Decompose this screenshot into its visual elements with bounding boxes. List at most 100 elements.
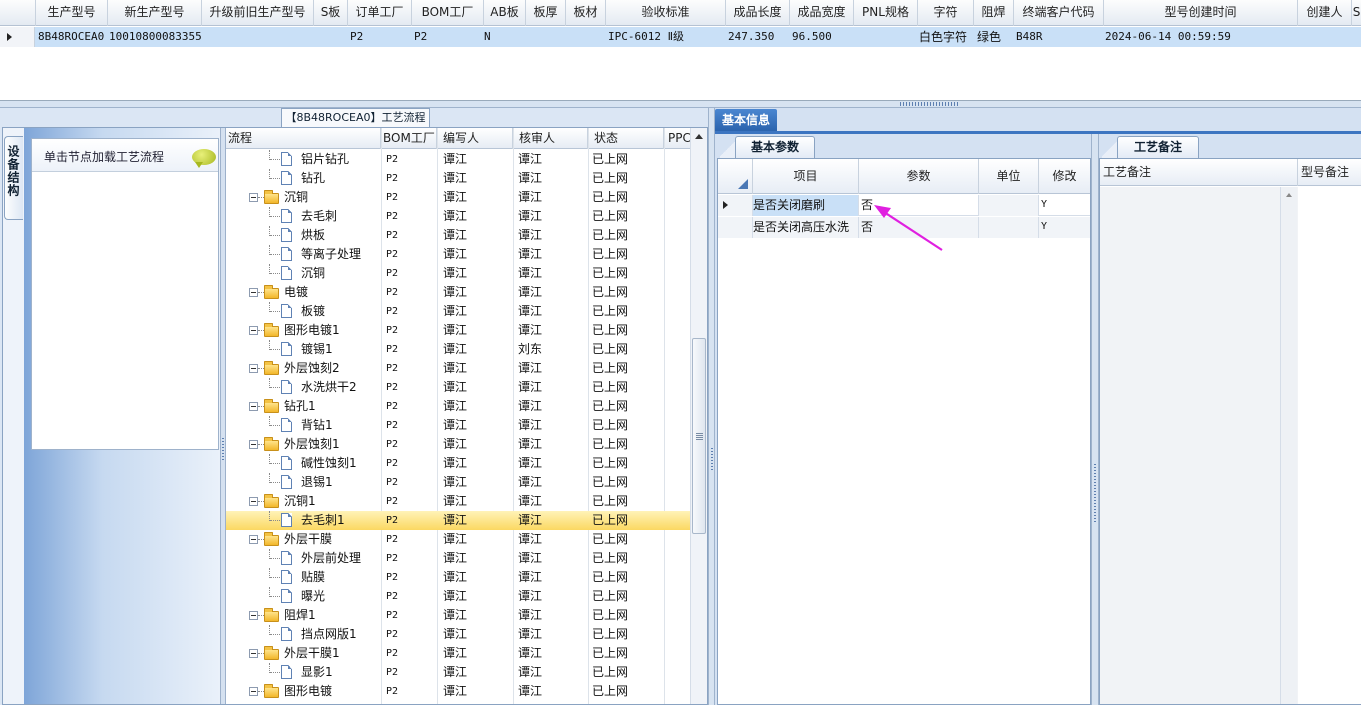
param-row[interactable]: 是否关闭高压水洗 否 Y xyxy=(718,217,1090,238)
tree-group-row[interactable]: 钻孔1 P2 谭江 谭江 已上网 xyxy=(226,397,690,416)
tab-process-notes[interactable]: 工艺备注 xyxy=(1117,136,1199,158)
tree-step-row[interactable]: 沉铜 P2 谭江 谭江 已上网 xyxy=(226,264,690,283)
col-width[interactable]: 成品宽度 xyxy=(790,0,854,26)
middle-splitter[interactable] xyxy=(708,108,715,705)
col-param[interactable]: 参数 xyxy=(859,159,979,194)
param-row-selector[interactable] xyxy=(718,217,753,238)
notes-scrollbar[interactable] xyxy=(1280,187,1297,704)
col-model-notes[interactable]: 型号备注 xyxy=(1298,159,1361,186)
col-solder[interactable]: 阻焊 xyxy=(974,0,1014,26)
param-item[interactable]: 是否关闭高压水洗 xyxy=(753,217,859,238)
collapse-toggle-icon[interactable] xyxy=(249,535,258,544)
col-ab-board[interactable]: AB板 xyxy=(484,0,526,26)
col-char[interactable]: 字符 xyxy=(918,0,974,26)
col-process-notes[interactable]: 工艺备注 xyxy=(1100,159,1298,186)
cell-ab-board[interactable]: N xyxy=(484,27,524,47)
model-row[interactable]: 8B48ROCEA0 10010800083355 P2 P2 N IPC-60… xyxy=(0,27,1361,47)
param-value[interactable]: 否 xyxy=(859,195,979,216)
col-unit[interactable]: 单位 xyxy=(979,159,1039,194)
tab-basic-info[interactable]: 基本信息 xyxy=(715,109,777,131)
tree-group-row[interactable]: 外层干膜 P2 谭江 谭江 已上网 xyxy=(226,530,690,549)
tree-step-row[interactable]: 碱性蚀刻1 P2 谭江 谭江 已上网 xyxy=(226,454,690,473)
collapse-toggle-icon[interactable] xyxy=(249,649,258,658)
collapse-toggle-icon[interactable] xyxy=(249,402,258,411)
tree-step-row[interactable]: 去毛刺 P2 谭江 谭江 已上网 xyxy=(226,207,690,226)
col-material[interactable]: 板材 xyxy=(566,0,606,26)
param-modify[interactable]: Y xyxy=(1039,195,1090,216)
param-modify[interactable]: Y xyxy=(1039,217,1090,238)
col-s-board[interactable]: S板 xyxy=(314,0,348,26)
collapse-toggle-icon[interactable] xyxy=(249,611,258,620)
col-customer-code[interactable]: 终端客户代码 xyxy=(1014,0,1104,26)
collapse-toggle-icon[interactable] xyxy=(249,288,258,297)
param-value[interactable]: 否 xyxy=(859,217,979,238)
col-creator[interactable]: 创建人 xyxy=(1298,0,1352,26)
cell-new-prod-model[interactable]: 10010800083355 xyxy=(109,27,201,47)
tree-step-row[interactable]: 外层前处理 P2 谭江 谭江 已上网 xyxy=(226,549,690,568)
col-writer[interactable]: 编写人 xyxy=(437,128,513,149)
scroll-thumb[interactable] xyxy=(692,338,706,534)
tree-group-row[interactable]: 图形电镀1 P2 谭江 谭江 已上网 xyxy=(226,321,690,340)
tree-step-row[interactable]: 铝片钻孔 P2 谭江 谭江 已上网 xyxy=(226,150,690,169)
row-selector[interactable] xyxy=(0,27,35,47)
collapse-toggle-icon[interactable] xyxy=(249,326,258,335)
col-new-prod-model[interactable]: 新生产型号 xyxy=(108,0,202,26)
col-tree-bom-factory[interactable]: BOM工厂 xyxy=(381,128,437,149)
equipment-structure-tab[interactable]: 设备结构 xyxy=(4,136,23,220)
col-ppc[interactable]: PPC xyxy=(664,128,690,149)
cell-created-time[interactable]: 2024-06-14 00:59:59 xyxy=(1105,27,1297,47)
param-item[interactable]: 是否关闭磨刷 xyxy=(753,195,859,216)
collapse-toggle-icon[interactable] xyxy=(249,364,258,373)
process-tree-scrollbar[interactable] xyxy=(690,128,707,704)
cell-length[interactable]: 247.350 xyxy=(728,27,788,47)
param-row-selector[interactable] xyxy=(718,195,753,216)
tree-step-row[interactable]: 板镀 P2 谭江 谭江 已上网 xyxy=(226,302,690,321)
tree-step-row[interactable]: 曝光 P2 谭江 谭江 已上网 xyxy=(226,587,690,606)
collapse-toggle-icon[interactable] xyxy=(249,193,258,202)
cell-acceptance[interactable]: IPC-6012 Ⅱ级 xyxy=(608,27,724,47)
collapse-toggle-icon[interactable] xyxy=(249,687,258,696)
cell-pnl[interactable] xyxy=(856,27,916,47)
cell-order-factory[interactable]: P2 xyxy=(350,27,410,47)
cell-old-prod-model[interactable] xyxy=(203,27,313,47)
col-bom-factory[interactable]: BOM工厂 xyxy=(412,0,484,26)
cell-material[interactable] xyxy=(567,27,605,47)
col-status[interactable]: 状态 xyxy=(588,128,664,149)
tree-group-row[interactable]: 阻焊1 P2 谭江 谭江 已上网 xyxy=(226,606,690,625)
cell-char[interactable]: 白色字符 xyxy=(919,27,973,47)
col-reviewer[interactable]: 核审人 xyxy=(513,128,588,149)
tree-step-row[interactable]: 等离子处理 P2 谭江 谭江 已上网 xyxy=(226,245,690,264)
tab-basic-params[interactable]: 基本参数 xyxy=(735,136,815,158)
tree-group-row[interactable]: 沉铜 P2 谭江 谭江 已上网 xyxy=(226,188,690,207)
scroll-up-arrow-icon[interactable] xyxy=(695,134,703,139)
cell-width[interactable]: 96.500 xyxy=(792,27,852,47)
tree-group-row[interactable]: 外层蚀刻1 P2 谭江 谭江 已上网 xyxy=(226,435,690,454)
tree-step-row[interactable]: 贴膜 P2 谭江 谭江 已上网 xyxy=(226,568,690,587)
cell-bom-factory[interactable]: P2 xyxy=(414,27,482,47)
cell-creator[interactable] xyxy=(1300,27,1350,47)
col-old-prod-model[interactable]: 升级前旧生产型号 xyxy=(202,0,314,26)
tree-step-row[interactable]: 钻孔 P2 谭江 谭江 已上网 xyxy=(226,169,690,188)
tree-step-row[interactable]: 水洗烘干2 P2 谭江 谭江 已上网 xyxy=(226,378,690,397)
cell-prod-model[interactable]: 8B48ROCEA0 xyxy=(38,27,108,47)
param-row[interactable]: 是否关闭磨刷 否 Y xyxy=(718,195,1090,216)
param-unit[interactable] xyxy=(979,195,1039,216)
tree-step-row[interactable]: 去毛刺1 P2 谭江 谭江 已上网 xyxy=(226,511,690,530)
tree-step-row[interactable]: 烘板 P2 谭江 谭江 已上网 xyxy=(226,226,690,245)
tree-group-row[interactable]: 沉铜1 P2 谭江 谭江 已上网 xyxy=(226,492,690,511)
col-created-time[interactable]: 型号创建时间 xyxy=(1104,0,1298,26)
col-acceptance[interactable]: 验收标准 xyxy=(606,0,726,26)
col-flow[interactable]: 流程 xyxy=(226,128,381,149)
col-pnl[interactable]: PNL规格 xyxy=(854,0,918,26)
collapse-toggle-icon[interactable] xyxy=(249,497,258,506)
cell-solder[interactable]: 绿色 xyxy=(977,27,1013,47)
col-thickness[interactable]: 板厚 xyxy=(526,0,566,26)
tree-group-row[interactable]: 外层干膜1 P2 谭江 谭江 已上网 xyxy=(226,644,690,663)
scroll-up-arrow-icon[interactable] xyxy=(1286,193,1292,197)
col-order-factory[interactable]: 订单工厂 xyxy=(348,0,412,26)
cell-s-board[interactable] xyxy=(315,27,347,47)
tree-group-row[interactable]: 图形电镀 P2 谭江 谭江 已上网 xyxy=(226,682,690,701)
param-unit[interactable] xyxy=(979,217,1039,238)
tree-step-row[interactable]: 背钻1 P2 谭江 谭江 已上网 xyxy=(226,416,690,435)
tree-step-row[interactable]: 挡点网版1 P2 谭江 谭江 已上网 xyxy=(226,625,690,644)
